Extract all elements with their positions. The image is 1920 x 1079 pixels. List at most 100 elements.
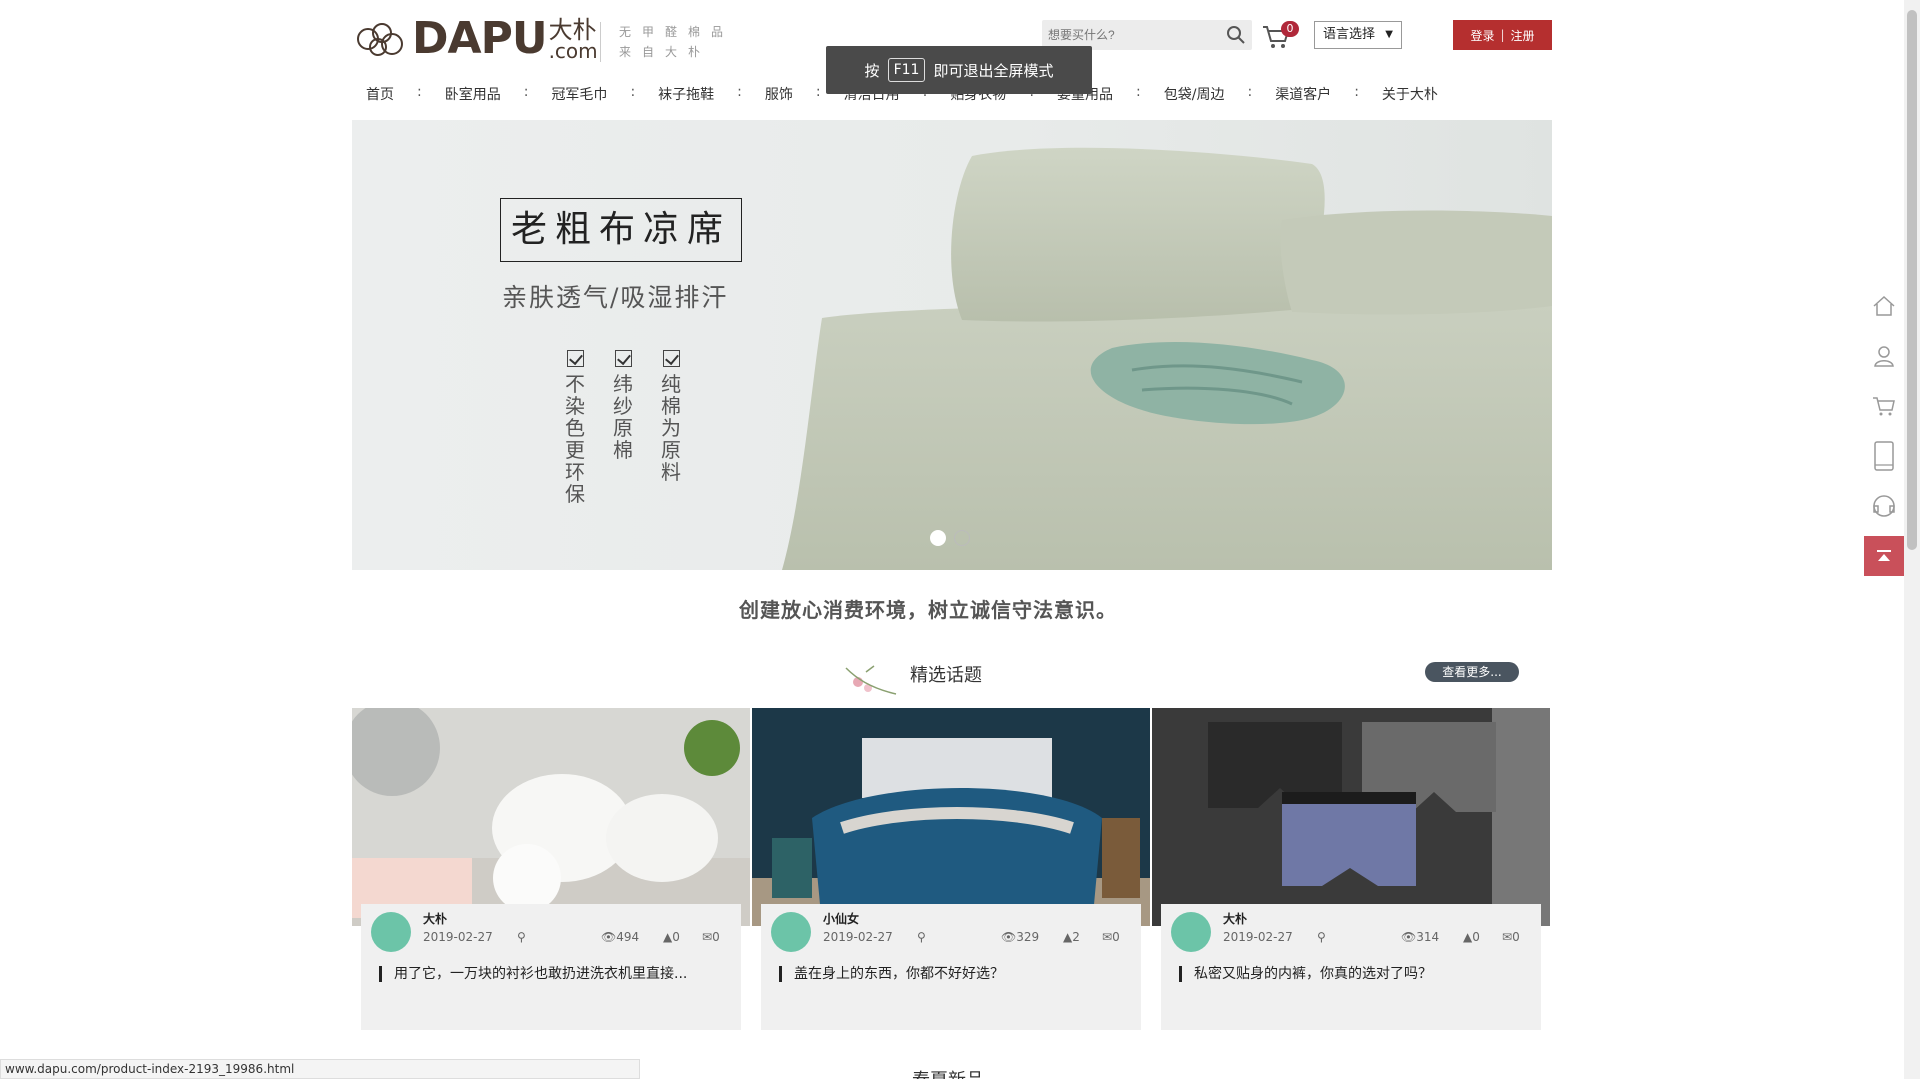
hero-banner[interactable]: 老粗布凉席 亲肤透气/吸湿排汗 不染色更环保 纬纱原棉 纯棉为原料 — [352, 120, 1552, 570]
like-count[interactable]: ▲2 — [1063, 930, 1080, 944]
service-icon[interactable] — [1864, 486, 1904, 526]
feature-2: 纬纱原棉 — [610, 350, 636, 461]
topic-card-3[interactable]: 大朴 2019-02-27 ⚲ 👁314 ▲0 ✉0 私密又贴身的内裤，你真的选… — [1152, 708, 1550, 1030]
comment-count[interactable]: ✉0 — [702, 930, 720, 944]
carousel-dot-2[interactable] — [954, 530, 970, 546]
topic-image-2 — [752, 708, 1150, 926]
nav-separator: : — [737, 84, 742, 100]
nav-separator: : — [1354, 84, 1359, 100]
next-section-title: 春夏新品 — [912, 1066, 984, 1079]
post-date: 2019-02-27 — [823, 930, 893, 944]
toast-suffix: 即可退出全屏模式 — [933, 61, 1054, 80]
nav-item-apparel[interactable]: 服饰 — [751, 84, 807, 104]
toast-key: F11 — [887, 58, 926, 82]
comment-count-value: 0 — [712, 930, 720, 944]
author-name[interactable]: 小仙女 — [823, 910, 859, 927]
bed-image — [782, 147, 1552, 570]
auth-bar: 登录 | 注册 — [1453, 20, 1552, 50]
flower-decoration-icon — [845, 665, 897, 695]
thumb-icon: ▲ — [1463, 930, 1473, 944]
like-count[interactable]: ▲0 — [663, 930, 680, 944]
auth-separator: | — [1500, 28, 1505, 42]
blue-bedding-image — [752, 708, 1150, 926]
avatar[interactable] — [1171, 912, 1211, 952]
nav-item-socks[interactable]: 袜子拖鞋 — [644, 84, 728, 104]
language-label: 语言选择 — [1323, 27, 1376, 42]
like-count[interactable]: ▲0 — [1463, 930, 1480, 944]
banner-title: 老粗布凉席 — [500, 198, 742, 262]
toast-prefix: 按 — [864, 61, 880, 80]
topics-header: 精选话题 — [836, 648, 1076, 708]
login-link[interactable]: 登录 — [1470, 27, 1494, 44]
nav-item-towels[interactable]: 冠军毛巾 — [537, 84, 621, 104]
comment-count-value: 0 — [1512, 930, 1520, 944]
post-date: 2019-02-27 — [423, 930, 493, 944]
nav-separator: : — [523, 84, 529, 100]
topic-card-1[interactable]: 大朴 2019-02-27 ⚲ 👁494 ▲0 ✉0 用了它，一万块的衬衫也敢扔… — [352, 708, 750, 1030]
slogan-line-1: 无甲醛棉品 — [619, 25, 735, 39]
cart-count-badge: 0 — [1281, 21, 1299, 37]
feature-text-1: 不染色更环保 — [565, 372, 585, 506]
topic-title[interactable]: 私密又贴身的内裤，你真的选对了吗？ — [1179, 966, 1432, 982]
nav-item-about[interactable]: 关于大朴 — [1368, 84, 1452, 104]
comment-count[interactable]: ✉0 — [1502, 930, 1520, 944]
carousel-dot-1[interactable] — [930, 530, 946, 546]
topic-title[interactable]: 盖在身上的东西，你都不好好选？ — [779, 966, 1004, 982]
nav-item-channel[interactable]: 渠道客户 — [1261, 84, 1345, 104]
comment-icon: ✉ — [1502, 930, 1513, 944]
nav-item-bedroom[interactable]: 卧室用品 — [431, 84, 515, 104]
underwear-image — [1152, 708, 1550, 926]
view-count: 👁494 — [601, 930, 639, 944]
home-icon[interactable] — [1864, 286, 1904, 326]
location-icon: ⚲ — [517, 930, 526, 944]
page: DAPU 大朴 .com 无甲醛棉品 来自大朴 0 语言选择 ▼ 登录 | 注册… — [0, 0, 1920, 1079]
topic-card-2[interactable]: 小仙女 2019-02-27 ⚲ 👁329 ▲2 ✉0 盖在身上的东西，你都不好… — [752, 708, 1150, 1030]
laundry-bags-image — [352, 708, 750, 926]
thumb-icon: ▲ — [663, 930, 673, 944]
view-count-value: 494 — [616, 930, 640, 944]
cotton-logo-icon — [357, 23, 403, 56]
author-name[interactable]: 大朴 — [423, 910, 447, 927]
nav-item-home[interactable]: 首页 — [352, 84, 408, 104]
like-count-value: 0 — [1472, 930, 1480, 944]
like-count-value: 0 — [672, 930, 680, 944]
app-icon[interactable] — [1864, 436, 1904, 476]
back-to-top-icon[interactable] — [1864, 536, 1904, 576]
location-icon: ⚲ — [917, 930, 926, 944]
search-icon[interactable] — [1226, 25, 1246, 45]
comment-count[interactable]: ✉0 — [1102, 930, 1120, 944]
eye-icon: 👁 — [601, 930, 617, 944]
checkbox-icon — [566, 350, 584, 367]
eye-icon: 👁 — [1001, 930, 1017, 944]
topic-image-3 — [1152, 708, 1550, 926]
view-count: 👁329 — [1001, 930, 1039, 944]
logo-cn-block: 大朴 .com — [549, 18, 598, 61]
author-name[interactable]: 大朴 — [1223, 910, 1247, 927]
logo-text: DAPU — [412, 13, 548, 64]
feature-text-2: 纬纱原棉 — [613, 372, 633, 462]
view-more-button[interactable]: 查看更多... — [1425, 662, 1519, 682]
thumb-icon: ▲ — [1063, 930, 1073, 944]
eye-icon: 👁 — [1401, 930, 1417, 944]
nav-item-bags[interactable]: 包袋/周边 — [1150, 84, 1239, 104]
topic-title[interactable]: 用了它，一万块的衬衫也敢扔进洗衣机里直接... — [379, 966, 687, 982]
fullscreen-toast: 按 F11 即可退出全屏模式 — [826, 46, 1092, 94]
nav-separator: : — [815, 84, 821, 100]
avatar[interactable] — [371, 912, 411, 952]
status-bar-url: www.dapu.com/product-index-2193_19986.ht… — [0, 1059, 640, 1079]
feature-text-3: 纯棉为原料 — [661, 372, 681, 484]
logo[interactable]: DAPU 大朴 .com — [354, 13, 598, 64]
motto-text: 创建放心消费环境，树立诚信守法意识。 — [739, 598, 1117, 622]
side-cart-icon[interactable] — [1864, 386, 1904, 426]
user-icon[interactable] — [1864, 336, 1904, 376]
feature-1: 不染色更环保 — [562, 350, 588, 505]
slogan: 无甲醛棉品 来自大朴 — [600, 22, 734, 62]
scrollbar-thumb[interactable] — [1907, 10, 1917, 550]
topic-info-3: 大朴 2019-02-27 ⚲ 👁314 ▲0 ✉0 私密又贴身的内裤，你真的选… — [1161, 904, 1541, 1030]
avatar[interactable] — [771, 912, 811, 952]
register-link[interactable]: 注册 — [1511, 27, 1535, 44]
language-select[interactable]: 语言选择 ▼ — [1314, 21, 1402, 49]
topic-info-1: 大朴 2019-02-27 ⚲ 👁494 ▲0 ✉0 用了它，一万块的衬衫也敢扔… — [361, 904, 741, 1030]
page-scrollbar[interactable] — [1904, 0, 1920, 1079]
view-count-value: 329 — [1016, 930, 1040, 944]
